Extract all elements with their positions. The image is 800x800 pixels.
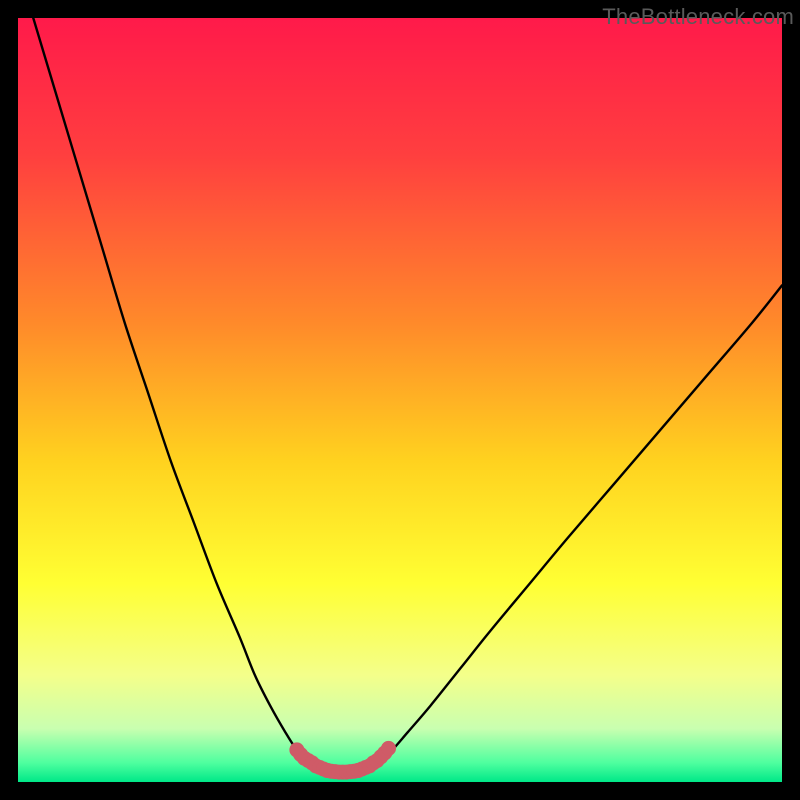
chart-plot-area xyxy=(18,18,782,782)
background-rect xyxy=(18,18,782,782)
chart-frame: TheBottleneck.com xyxy=(0,0,800,800)
chart-svg xyxy=(18,18,782,782)
watermark-text: TheBottleneck.com xyxy=(602,4,794,30)
series-highlight-right-dot xyxy=(381,741,396,756)
